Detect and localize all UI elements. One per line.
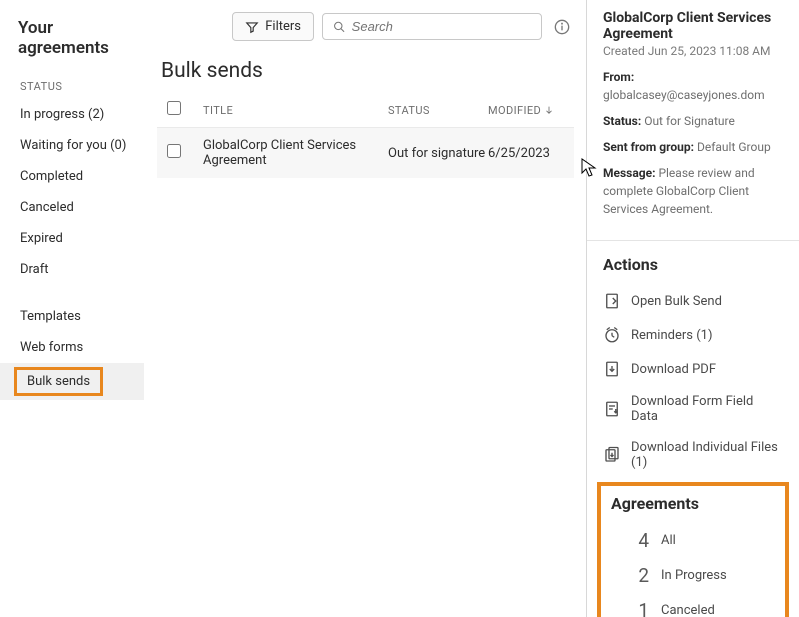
action-download-pdf[interactable]: Download PDF: [587, 352, 799, 386]
status-label: Status:: [603, 114, 641, 128]
search-input[interactable]: [352, 19, 531, 34]
message-label: Message:: [603, 166, 655, 180]
sidebar-item-canceled[interactable]: Canceled: [0, 192, 144, 223]
reminder-icon: [603, 326, 621, 344]
page-title: Your agreements: [0, 12, 144, 72]
filters-button[interactable]: Filters: [232, 12, 314, 41]
details-panel: GlobalCorp Client Services Agreement Cre…: [586, 0, 799, 617]
sidebar-item-completed[interactable]: Completed: [0, 161, 144, 192]
select-all-checkbox[interactable]: [167, 101, 181, 115]
status-value: Out for Signature: [644, 114, 735, 128]
open-icon: [603, 292, 621, 310]
sidebar-item-in-progress[interactable]: In progress (2): [0, 99, 144, 130]
row-checkbox[interactable]: [167, 144, 181, 158]
action-open[interactable]: Open Bulk Send: [587, 284, 799, 318]
agreements-inprogress[interactable]: 2In Progress: [611, 558, 775, 593]
action-download-form[interactable]: Download Form Field Data: [587, 386, 799, 432]
action-reminders[interactable]: Reminders (1): [587, 318, 799, 352]
panel-created: Created Jun 25, 2023 11:08 AM: [603, 44, 783, 58]
action-download-files[interactable]: Download Individual Files (1): [587, 432, 799, 478]
sidebar-item-bulk-sends[interactable]: Bulk sends: [14, 367, 103, 396]
table-header: TITLE STATUS MODIFIED: [157, 95, 574, 128]
from-label: From:: [603, 70, 634, 84]
from-value: globalcasey@caseyjones.dom: [603, 88, 765, 102]
download-form-icon: [603, 400, 621, 418]
sidebar-item-web-forms[interactable]: Web forms: [0, 332, 144, 363]
row-status: Out for signature: [388, 146, 488, 161]
sidebar: Your agreements STATUS In progress (2) W…: [0, 0, 145, 617]
agreements-canceled[interactable]: 1Canceled: [611, 593, 775, 617]
agreements-section: Agreements 4All 2In Progress 1Canceled 1…: [597, 482, 789, 617]
search-icon: [333, 20, 346, 34]
filter-icon: [245, 20, 259, 34]
group-label: Sent from group:: [603, 140, 694, 154]
main-content: Filters Bulk sends TITLE STATUS MODIFIED: [145, 0, 586, 617]
sidebar-item-templates[interactable]: Templates: [0, 301, 144, 332]
search-box[interactable]: [322, 13, 542, 40]
filters-label: Filters: [265, 19, 301, 34]
topbar: Filters: [157, 12, 574, 55]
col-title[interactable]: TITLE: [203, 104, 388, 117]
bulk-sends-table: TITLE STATUS MODIFIED GlobalCorp Client …: [157, 95, 574, 178]
group-value: Default Group: [697, 140, 771, 154]
row-title: GlobalCorp Client Services Agreement: [203, 138, 388, 168]
download-files-icon: [603, 446, 621, 464]
status-header: STATUS: [0, 72, 144, 99]
sidebar-item-draft[interactable]: Draft: [0, 254, 144, 285]
sort-desc-icon: [544, 105, 554, 115]
info-icon[interactable]: [550, 19, 574, 35]
sidebar-item-waiting[interactable]: Waiting for you (0): [0, 130, 144, 161]
sidebar-item-bulk-sends-wrap[interactable]: Bulk sends: [0, 363, 144, 400]
agreements-all[interactable]: 4All: [611, 523, 775, 558]
table-row[interactable]: GlobalCorp Client Services Agreement Out…: [157, 128, 574, 178]
content-title: Bulk sends: [157, 55, 574, 95]
sidebar-item-expired[interactable]: Expired: [0, 223, 144, 254]
panel-title: GlobalCorp Client Services Agreement: [603, 10, 783, 42]
col-status[interactable]: STATUS: [388, 104, 488, 117]
actions-header: Actions: [587, 241, 799, 284]
download-pdf-icon: [603, 360, 621, 378]
agreements-header: Agreements: [611, 494, 775, 523]
col-modified[interactable]: MODIFIED: [488, 104, 570, 117]
row-modified: 6/25/2023: [488, 146, 570, 161]
